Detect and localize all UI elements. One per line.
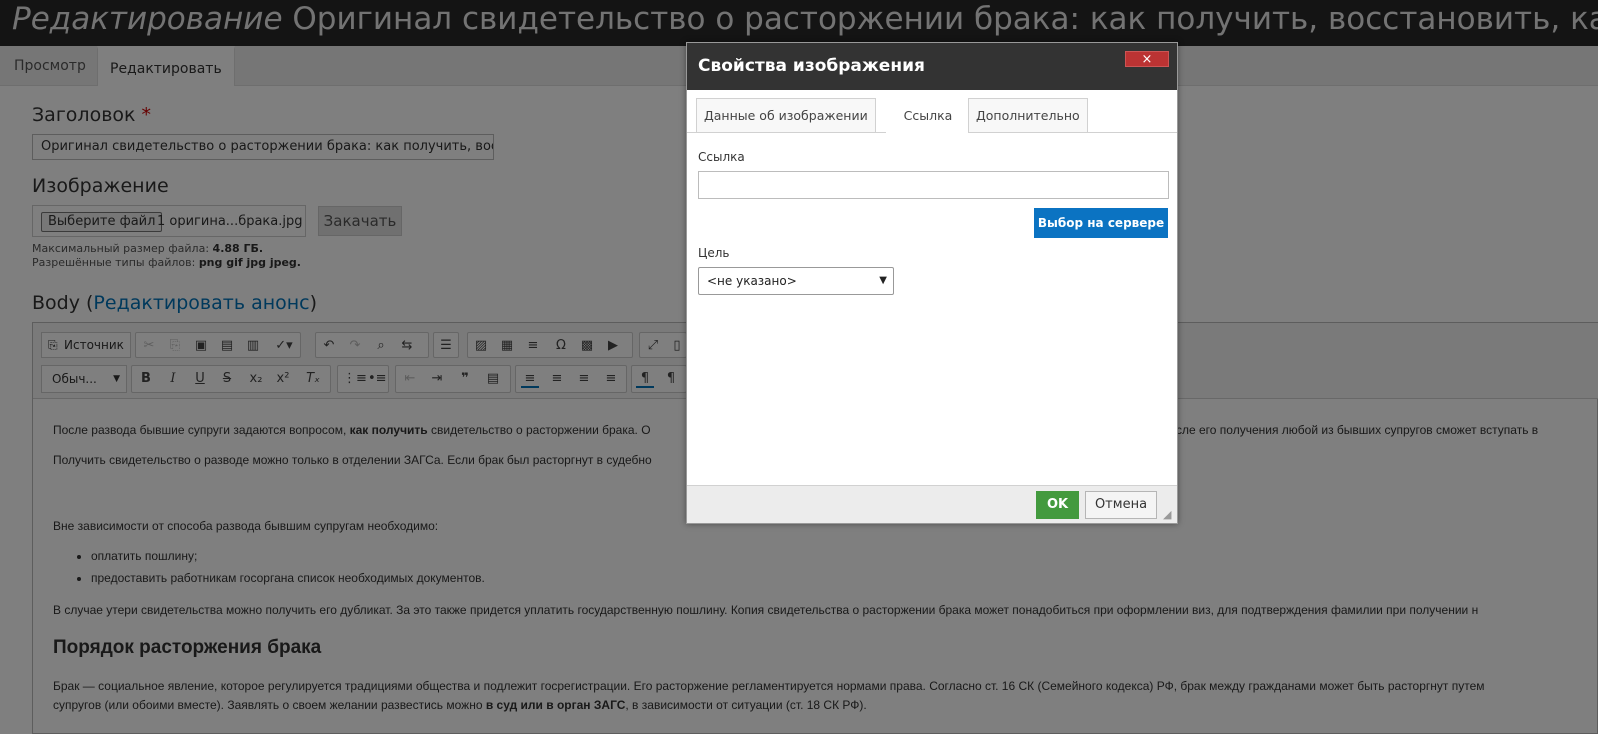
image-properties-dialog: Свойства изображения × Данные об изображ… <box>686 42 1178 524</box>
ok-button[interactable]: OK <box>1036 491 1079 519</box>
target-label: Цель <box>698 246 730 260</box>
tab-link[interactable]: Ссылка <box>886 98 970 133</box>
chevron-down-icon: ▼ <box>879 275 887 286</box>
link-input[interactable] <box>698 171 1169 199</box>
cancel-button[interactable]: Отмена <box>1085 491 1157 519</box>
browse-server-button[interactable]: Выбор на сервере <box>1034 208 1168 238</box>
target-select-value: <не указано> <box>707 274 797 288</box>
tab-advanced[interactable]: Дополнительно <box>968 98 1088 133</box>
link-label: Ссылка <box>698 150 745 164</box>
close-icon[interactable]: × <box>1125 51 1169 67</box>
target-select[interactable]: <не указано> ▼ <box>698 267 894 295</box>
dialog-footer: OK Отмена ◢ <box>687 485 1177 523</box>
resize-handle-icon[interactable]: ◢ <box>1163 508 1171 521</box>
dialog-title: Свойства изображения <box>687 43 1177 90</box>
tab-image-info[interactable]: Данные об изображении <box>696 98 876 133</box>
dialog-tabs: Данные об изображении Ссылка Дополнитель… <box>687 90 1177 133</box>
